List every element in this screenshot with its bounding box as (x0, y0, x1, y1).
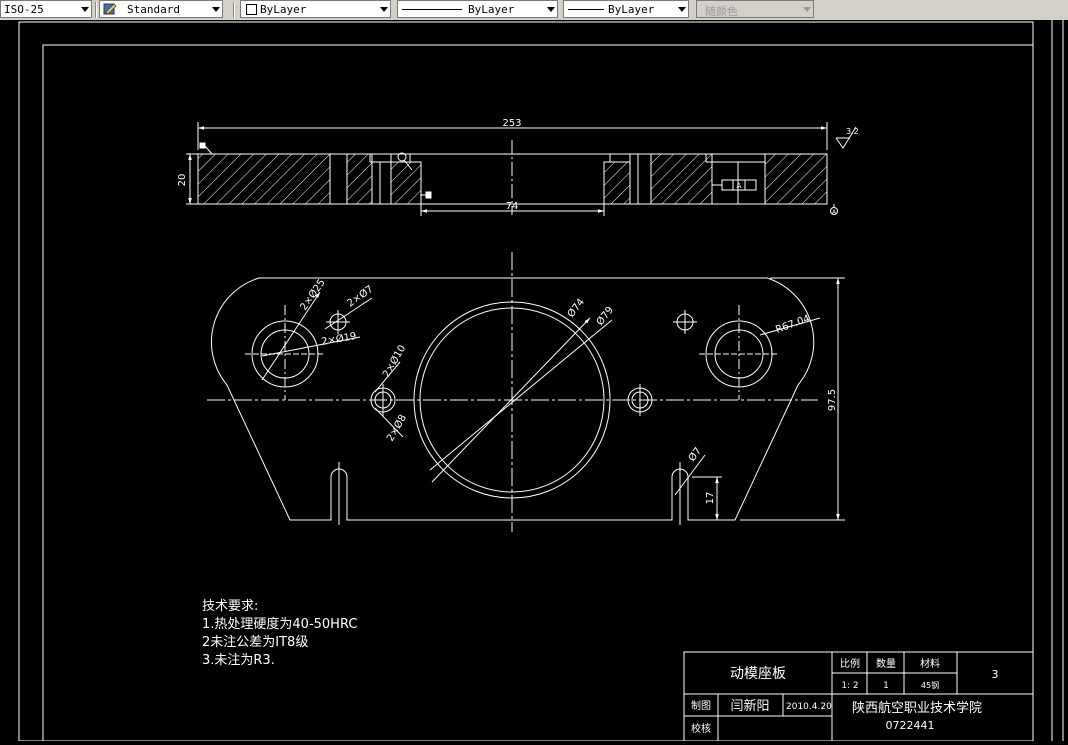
gtol-text: A (737, 182, 742, 190)
vertical-scrollbar[interactable] (1049, 20, 1068, 741)
dimstyle-value: ISO-25 (4, 3, 44, 16)
dim-overall: 253 (502, 118, 521, 129)
dim-d79: Ø79 (594, 304, 616, 328)
dim-d7: Ø7 (686, 445, 704, 464)
drawing-code: 0722441 (886, 719, 935, 732)
drawn-date: 2010.4.20 (786, 702, 832, 712)
chevron-down-icon (81, 7, 89, 12)
drawing-canvas[interactable]: 253 20 74 3.2 A A 97.5 17 R67.04 Ø74 Ø79… (0, 20, 1068, 741)
dim-2xd8: 2×Ø8 (384, 412, 409, 443)
dim-2xd25: 2×Ø25 (298, 277, 328, 313)
drawn-by: 闫新阳 (730, 698, 769, 714)
hatch-left (197, 153, 331, 205)
scale-label: 比例 (840, 657, 860, 670)
hatch-right-mid (650, 153, 713, 205)
sheet-outer-border (18, 21, 1034, 741)
textstyle-value: Standard (127, 3, 180, 16)
dim-d74: Ø74 (565, 296, 587, 320)
drawn-label: 制图 (691, 699, 711, 712)
hatch-left-inner (390, 161, 422, 205)
hatch-right-inner (603, 161, 631, 205)
layer-value: ByLayer (260, 3, 307, 16)
dim-bore-depth: 74 (506, 201, 519, 212)
color-swatch-icon (246, 4, 257, 15)
textstyle-dropdown[interactable]: Standard (99, 0, 223, 18)
notes-line-1: 1.热处理硬度为40-50HRC (202, 616, 357, 632)
toolbar-separator (95, 2, 97, 18)
chevron-down-icon (380, 7, 388, 12)
chevron-down-icon (212, 7, 220, 12)
plotstyle-dropdown[interactable]: 随颜色 (696, 0, 814, 18)
properties-toolbar: ISO-25 Standard ByLayer ByLayer ByLayer … (0, 0, 1068, 20)
notes-line-3: 3.未注为R3. (202, 653, 275, 668)
scale-value: 1: 2 (841, 681, 858, 691)
scrollbar-track (1051, 20, 1064, 741)
notes-title: 技术要求: (202, 599, 258, 614)
toolbar-separator (233, 2, 235, 18)
sheet-inner-border (42, 44, 1034, 741)
dim-2xd19: 2×Ø19 (320, 330, 357, 348)
notes-line-2: 2未注公差为IT8级 (202, 635, 308, 650)
datum-label: A (832, 209, 837, 216)
sheet-number: 3 (992, 668, 999, 681)
dimstyle-dropdown[interactable]: ISO-25 (0, 0, 92, 18)
checked-label: 校核 (691, 722, 711, 735)
chevron-down-icon (547, 7, 555, 12)
material-value: 45钢 (921, 680, 939, 690)
school-name: 陕西航空职业技术学院 (852, 700, 982, 716)
dim-thickness: 20 (177, 174, 188, 187)
linetype-sample-icon (402, 9, 462, 10)
lineweight-dropdown[interactable]: ByLayer (563, 0, 689, 18)
hatch-left-mid (346, 153, 373, 205)
textstyle-icon (103, 2, 117, 16)
lineweight-value: ByLayer (608, 3, 655, 16)
qty-value: 1 (883, 681, 889, 691)
layer-dropdown[interactable]: ByLayer (240, 0, 391, 18)
section-view (186, 122, 857, 216)
chevron-down-icon (803, 7, 811, 12)
plotstyle-value: 随颜色 (705, 5, 738, 18)
plan-view (207, 252, 845, 532)
part-name: 动模座板 (730, 666, 786, 682)
roughness-value: 3.2 (846, 127, 859, 136)
linetype-dropdown[interactable]: ByLayer (397, 0, 558, 18)
dim-corner-radius: R67.04 (774, 313, 811, 336)
chevron-down-icon (678, 7, 686, 12)
material-label: 材料 (920, 657, 940, 670)
linetype-value: ByLayer (468, 3, 515, 16)
dim-slot: 17 (705, 492, 716, 505)
lineweight-sample-icon (568, 9, 604, 10)
hatch-right (764, 153, 828, 205)
qty-label: 数量 (876, 657, 896, 670)
dim-height: 97.5 (827, 389, 838, 411)
dim-2xd10: 2×Ø10 (380, 343, 408, 380)
